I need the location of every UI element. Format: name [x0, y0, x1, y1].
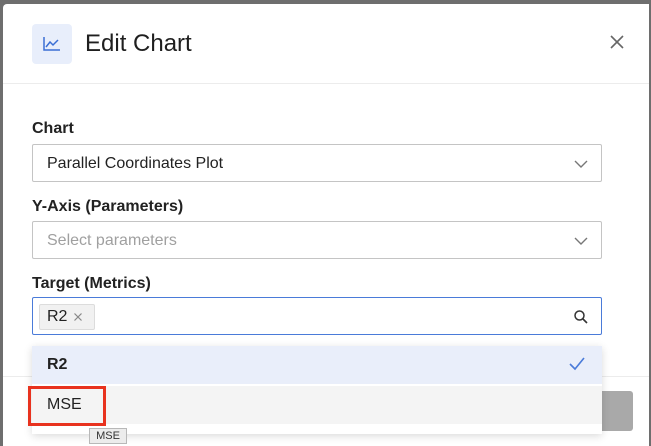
- target-select[interactable]: R2: [32, 297, 602, 335]
- tag-label: R2: [47, 308, 68, 325]
- modal-title: Edit Chart: [85, 30, 192, 57]
- edit-chart-modal: Edit Chart Chart Parallel Coordinates Pl…: [3, 4, 649, 446]
- modal-header: Edit Chart: [3, 4, 649, 84]
- option-mse[interactable]: MSE: [32, 386, 602, 424]
- close-icon[interactable]: [605, 30, 629, 54]
- chart-select[interactable]: Parallel Coordinates Plot: [32, 144, 602, 182]
- option-label: R2: [47, 356, 68, 373]
- tag-r2: R2: [39, 304, 95, 330]
- tooltip: MSE: [89, 428, 127, 444]
- remove-tag-icon[interactable]: [73, 312, 83, 322]
- check-icon: [569, 357, 585, 371]
- y-axis-select[interactable]: Select parameters: [32, 221, 602, 259]
- highlight-box: [28, 386, 106, 426]
- chart-select-value: Parallel Coordinates Plot: [47, 155, 224, 172]
- chart-label: Chart: [32, 120, 74, 137]
- chevron-down-icon: [574, 160, 588, 168]
- y-axis-label: Y-Axis (Parameters): [32, 198, 184, 215]
- y-axis-placeholder: Select parameters: [47, 232, 177, 249]
- chevron-down-icon: [574, 237, 588, 245]
- search-icon: [574, 310, 588, 324]
- line-chart-icon: [32, 24, 72, 64]
- target-label: Target (Metrics): [32, 275, 151, 292]
- metrics-dropdown: R2 MSE: [32, 346, 602, 434]
- option-r2[interactable]: R2: [32, 346, 602, 384]
